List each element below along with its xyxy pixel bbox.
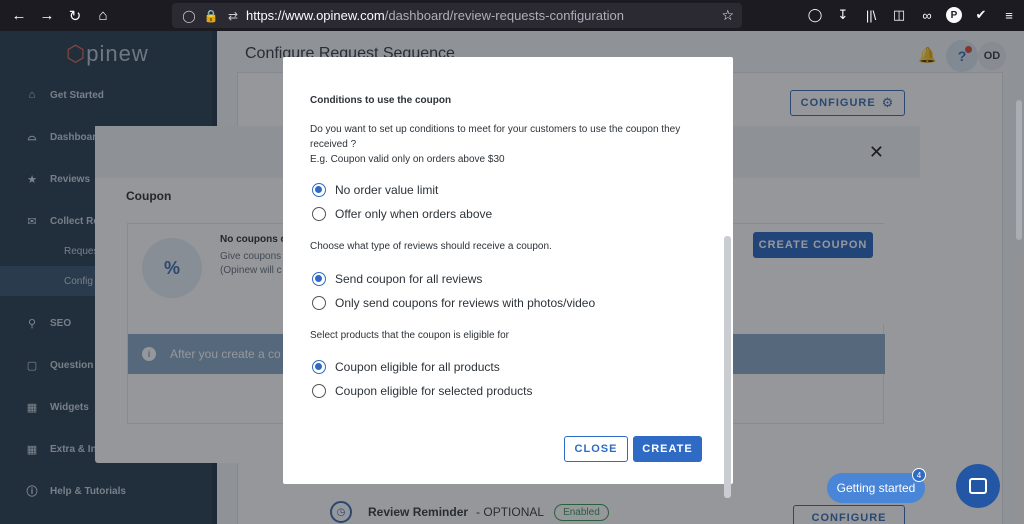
permissions-icon[interactable]: ⇄ (224, 9, 242, 23)
menu-icon[interactable]: ≡ (1000, 4, 1018, 26)
create-button[interactable]: CREATE (633, 436, 702, 462)
radio-button[interactable] (312, 183, 326, 197)
radio-all-reviews[interactable]: Send coupon for all reviews (312, 272, 482, 286)
radio-orders-above[interactable]: Offer only when orders above (312, 207, 492, 221)
home-icon[interactable]: ⌂ (90, 3, 116, 29)
products-label: Select products that the coupon is eligi… (310, 330, 510, 341)
radio-button[interactable] (312, 207, 326, 221)
chat-icon (969, 478, 987, 494)
dialog-scrollbar[interactable] (724, 236, 731, 498)
back-icon[interactable]: ← (6, 3, 32, 29)
review-type-label: Choose what type of reviews should recei… (310, 241, 552, 252)
url-bar[interactable]: ◯ 🔒 ⇄ https://www.opinew.com/dashboard/r… (172, 3, 742, 28)
profile-p-icon[interactable]: P (946, 7, 962, 23)
library-icon[interactable]: ||\ (862, 4, 880, 26)
browser-toolbar: ← → ↻ ⌂ ◯ 🔒 ⇄ https://www.opinew.com/das… (0, 0, 1024, 31)
conditions-question: Do you want to set up conditions to meet… (310, 124, 681, 165)
url-text: https://www.opinew.com/dashboard/review-… (246, 8, 624, 23)
radio-button[interactable] (312, 296, 326, 310)
radio-photo-reviews[interactable]: Only send coupons for reviews with photo… (312, 296, 595, 310)
mask-icon[interactable]: ∞ (918, 4, 936, 26)
conditions-dialog: Conditions to use the coupon Do you want… (283, 57, 733, 484)
extensions-icon[interactable]: ◫ (890, 4, 908, 26)
page-scrollbar[interactable] (1016, 100, 1022, 240)
chat-launcher-button[interactable] (956, 464, 1000, 508)
brush-icon[interactable]: ✔ (972, 4, 990, 26)
bookmark-star-icon[interactable]: ☆ (721, 7, 734, 24)
radio-button[interactable] (312, 360, 326, 374)
pocket-icon[interactable]: ◯ (806, 4, 824, 26)
reload-icon[interactable]: ↻ (62, 3, 88, 29)
radio-button[interactable] (312, 384, 326, 398)
radio-selected-products[interactable]: Coupon eligible for selected products (312, 384, 532, 398)
shield-icon[interactable]: ◯ (180, 9, 198, 23)
radio-all-products[interactable]: Coupon eligible for all products (312, 360, 500, 374)
getting-started-badge: 4 (912, 468, 926, 482)
close-button[interactable]: CLOSE (564, 436, 628, 462)
download-icon[interactable]: ↧ (834, 4, 852, 26)
getting-started-button[interactable]: Getting started (827, 473, 925, 503)
lock-icon[interactable]: 🔒 (202, 9, 220, 23)
forward-icon[interactable]: → (34, 3, 60, 29)
dialog-title: Conditions to use the coupon (310, 95, 452, 106)
radio-button[interactable] (312, 272, 326, 286)
radio-no-order-limit[interactable]: No order value limit (312, 183, 438, 197)
